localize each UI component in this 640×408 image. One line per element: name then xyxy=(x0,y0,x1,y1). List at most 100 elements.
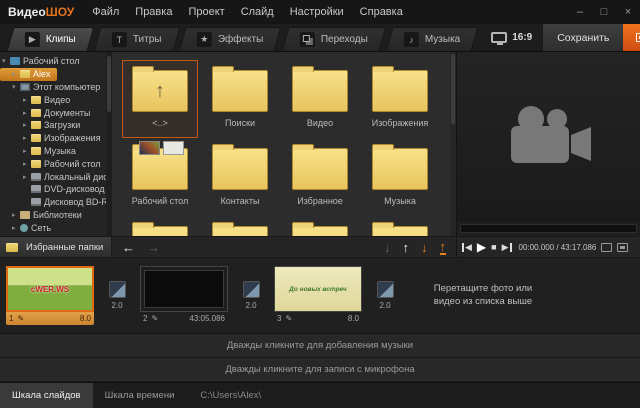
tree-item-this-pc[interactable]: ▾ Этот компьютер xyxy=(0,81,106,94)
skip-back-icon[interactable]: ◀ xyxy=(462,243,472,252)
tab-music[interactable]: ♪ Музыка xyxy=(385,27,478,51)
edit-icon[interactable]: ✎ xyxy=(285,314,292,323)
tab-slide-scale[interactable]: Шкала слайдов xyxy=(0,383,93,408)
folder-item[interactable] xyxy=(202,216,278,236)
scrollbar-thumb[interactable] xyxy=(451,54,455,124)
menu-edit[interactable]: Правка xyxy=(135,6,172,18)
tree-scrollbar[interactable] xyxy=(106,52,112,236)
tree-item-desktop[interactable]: ▾ Рабочий стол xyxy=(0,55,106,68)
folder-item-up[interactable]: ↑ <..> xyxy=(122,60,198,138)
folder-icon xyxy=(31,134,41,142)
slide-3[interactable]: До новых встреч 3 ✎ 8.0 xyxy=(274,266,362,325)
tree-item-bdrom-drive[interactable]: Дисковод BD-ROM xyxy=(0,196,106,209)
folder-item[interactable] xyxy=(122,216,198,236)
chevron-right-icon[interactable]: ▸ xyxy=(23,160,31,168)
close-icon[interactable]: × xyxy=(616,0,640,24)
tab-time-scale[interactable]: Шкала времени xyxy=(93,383,187,408)
slide-info: 1 ✎ 8.0 xyxy=(6,312,94,325)
transition-2[interactable]: 2.0 xyxy=(236,281,266,310)
preview-panel xyxy=(456,52,640,236)
chevron-right-icon[interactable]: ▸ xyxy=(12,224,20,232)
chevron-down-icon[interactable]: ▾ xyxy=(2,57,10,65)
scrollbar-thumb[interactable] xyxy=(107,56,111,112)
folder-item-videos[interactable]: Видео xyxy=(282,60,358,138)
chevron-right-icon[interactable]: ▸ xyxy=(23,109,31,117)
menu-project[interactable]: Проект xyxy=(188,6,224,18)
maximize-icon[interactable]: □ xyxy=(592,0,616,24)
folder-icon xyxy=(212,148,268,190)
transition-1[interactable]: 2.0 xyxy=(102,281,132,310)
aspect-ratio-indicator[interactable]: 16:9 xyxy=(481,24,542,51)
tab-titles[interactable]: T Титры xyxy=(93,27,179,51)
microphone-track-bar[interactable]: Дважды кликните для записи с микрофона xyxy=(0,358,640,382)
slide-number: 3 xyxy=(277,314,281,323)
toolbar-row: Избранные папки ← → ↓ ↑ ↓ ↑ ◀ ▶ ■ ▶ 00:0… xyxy=(0,236,640,258)
skip-forward-icon[interactable]: ▶ xyxy=(502,243,512,252)
move-down-icon[interactable]: ↓ xyxy=(384,241,391,254)
create-button[interactable]: Создать xyxy=(623,24,640,51)
chevron-right-icon[interactable]: ▸ xyxy=(12,70,20,78)
tree-item-label: Alex xyxy=(33,69,51,79)
slide-number: 2 xyxy=(143,314,147,323)
play-icon[interactable]: ▶ xyxy=(477,241,486,253)
edit-icon[interactable]: ✎ xyxy=(151,314,158,323)
seek-bar[interactable] xyxy=(460,224,637,233)
folder-item-favorites[interactable]: Избранное xyxy=(282,138,358,216)
chevron-right-icon[interactable]: ▸ xyxy=(23,147,31,155)
menu-help[interactable]: Справка xyxy=(360,6,403,18)
folder-item-searches[interactable]: Поиски xyxy=(202,60,278,138)
tab-bar: ▶ Клипы T Титры ★ Эффекты Переходы ♪ Муз… xyxy=(0,24,640,52)
tree-item-network[interactable]: ▸ Сеть xyxy=(0,221,106,234)
chevron-right-icon[interactable]: ▸ xyxy=(12,211,20,219)
tree-item-alex[interactable]: ▸ Alex xyxy=(0,68,57,81)
tab-transitions[interactable]: Переходы xyxy=(281,27,386,51)
back-icon[interactable]: ← xyxy=(122,241,135,254)
stop-icon[interactable]: ■ xyxy=(491,243,496,252)
save-button[interactable]: Сохранить xyxy=(542,24,623,51)
network-icon xyxy=(20,224,28,232)
folder-item[interactable] xyxy=(362,216,438,236)
slide-1[interactable]: cWER.WS 1 ✎ 8.0 xyxy=(6,266,94,325)
tree-item-documents[interactable]: ▸ Документы xyxy=(0,106,106,119)
favorite-folders-button[interactable]: Избранные папки xyxy=(0,237,112,257)
tree-item-pictures[interactable]: ▸ Изображения xyxy=(0,132,106,145)
tree-item-local-disk[interactable]: ▸ Локальный диск (C:) xyxy=(0,170,106,183)
tree-item-music[interactable]: ▸ Музыка xyxy=(0,145,106,158)
minimize-icon[interactable]: – xyxy=(568,0,592,24)
fullscreen-icon[interactable] xyxy=(601,243,612,252)
tab-effects[interactable]: ★ Эффекты xyxy=(179,27,282,51)
chevron-right-icon[interactable]: ▸ xyxy=(23,173,31,181)
detach-preview-icon[interactable] xyxy=(617,243,628,252)
edit-icon[interactable]: ✎ xyxy=(17,314,24,323)
chevron-right-icon[interactable]: ▸ xyxy=(23,96,31,104)
folder-item-music[interactable]: Музыка xyxy=(362,138,438,216)
tree-item-downloads[interactable]: ▸ Загрузки xyxy=(0,119,106,132)
tab-clips[interactable]: ▶ Клипы xyxy=(7,27,95,51)
folder-icon xyxy=(292,226,348,236)
folder-item-contacts[interactable]: Контакты xyxy=(202,138,278,216)
menu-settings[interactable]: Настройки xyxy=(290,6,344,18)
move-up-icon[interactable]: ↑ xyxy=(403,241,410,254)
slide-2[interactable]: 2 ✎ 43:05.086 xyxy=(140,266,228,325)
brand-show: ШОУ xyxy=(46,5,75,19)
tree-item-label: Музыка xyxy=(44,146,76,156)
tree-item-dvd-drive[interactable]: DVD-дисковод (D:) xyxy=(0,183,106,196)
transition-3[interactable]: 2.0 xyxy=(370,281,400,310)
folder-item-pictures[interactable]: Изображения xyxy=(362,60,438,138)
add-down-icon[interactable]: ↓ xyxy=(421,241,428,254)
folder-item[interactable] xyxy=(282,216,358,236)
folder-item-desktop[interactable]: Рабочий стол xyxy=(122,138,198,216)
menu-slide[interactable]: Слайд xyxy=(241,6,274,18)
music-track-bar[interactable]: Дважды кликните для добавления музыки xyxy=(0,334,640,358)
tree-item-desktop-folder[interactable]: ▸ Рабочий стол xyxy=(0,157,106,170)
forward-icon[interactable]: → xyxy=(147,241,160,254)
video-preview[interactable] xyxy=(457,52,640,222)
tree-item-libraries[interactable]: ▸ Библиотеки xyxy=(0,209,106,222)
folder-grid-scrollbar[interactable] xyxy=(450,52,456,236)
chevron-right-icon[interactable]: ▸ xyxy=(23,134,31,142)
add-up-icon[interactable]: ↑ xyxy=(440,240,447,255)
chevron-right-icon[interactable]: ▸ xyxy=(23,121,31,129)
chevron-down-icon[interactable]: ▾ xyxy=(12,83,20,91)
menu-file[interactable]: Файл xyxy=(92,6,119,18)
tree-item-videos[interactable]: ▸ Видео xyxy=(0,93,106,106)
